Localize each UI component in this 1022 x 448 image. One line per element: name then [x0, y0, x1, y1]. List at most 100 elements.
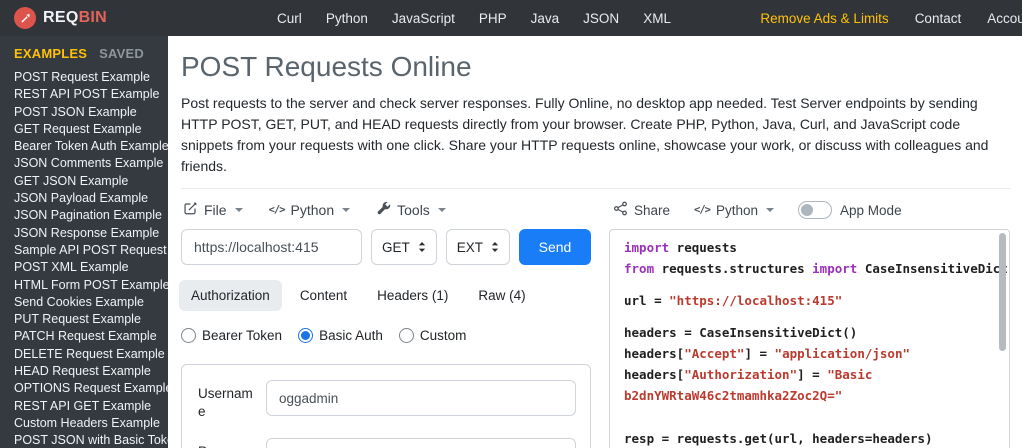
code-line: from requests.structures import CaseInse…	[624, 261, 1008, 276]
radio-label: Basic Auth	[319, 328, 383, 343]
sidebar-item-rest-api-post-example[interactable]: REST API POST Example	[14, 86, 162, 103]
sidebar-item-custom-headers-example[interactable]: Custom Headers Example	[14, 415, 162, 432]
tab-headers-1[interactable]: Headers (1)	[365, 280, 460, 311]
sidebar-items: POST Request Example REST API POST Exampl…	[14, 69, 168, 448]
sidebar-item-html-form-post-example[interactable]: HTML Form POST Example	[14, 277, 168, 294]
code-language-label: Python	[716, 202, 759, 218]
radio-icon	[398, 328, 414, 343]
nav-link-xml[interactable]: XML	[643, 11, 671, 26]
nav-link-curl[interactable]: Curl	[277, 11, 302, 26]
sidebar-item-get-request-example[interactable]: GET Request Example	[14, 121, 162, 138]
code-line: resp = requests.get(url, headers=headers…	[624, 431, 933, 446]
code-line: url = "https://localhost:415"	[624, 293, 843, 308]
nav-link-javascript[interactable]: JavaScript	[392, 11, 455, 26]
auth-type-options: Bearer Token Basic Auth Custom	[181, 328, 591, 343]
sidebar-item-rest-api-get-example[interactable]: REST API GET Example	[14, 398, 162, 415]
tools-menu[interactable]: Tools	[376, 201, 446, 219]
username-input[interactable]	[266, 380, 576, 416]
auth-option-bearer-token[interactable]: Bearer Token	[181, 328, 282, 343]
code-icon: </>	[694, 204, 711, 216]
chevron-down-icon	[437, 208, 446, 212]
code-language-menu[interactable]: </> Python	[694, 202, 775, 218]
file-menu[interactable]: File	[183, 201, 243, 219]
username-label: Username	[198, 386, 253, 419]
protocol-select-value: EXT	[456, 239, 483, 255]
app-mode-control: App Mode	[798, 201, 902, 219]
chevron-down-icon	[234, 208, 243, 212]
nav-link-remove-ads-limits[interactable]: Remove Ads & Limits	[760, 11, 888, 26]
updown-arrows-icon	[491, 242, 499, 252]
code-editor[interactable]: import requests from requests.structures …	[609, 229, 1010, 448]
sidebar-item-head-request-example[interactable]: HEAD Request Example	[14, 363, 162, 380]
tab-content[interactable]: Content	[288, 280, 359, 311]
sidebar-item-patch-request-example[interactable]: PATCH Request Example	[14, 328, 162, 345]
sidebar-tabs: EXAMPLES SAVED	[14, 46, 162, 61]
radio-icon	[181, 328, 196, 343]
sidebar-item-json-response-example[interactable]: JSON Response Example	[14, 225, 162, 242]
method-select[interactable]: GET	[370, 229, 437, 265]
auth-option-custom[interactable]: Custom	[398, 328, 467, 343]
nav-link-json[interactable]: JSON	[583, 11, 619, 26]
sidebar-item-post-request-example[interactable]: POST Request Example	[14, 69, 162, 86]
tab-authorization[interactable]: Authorization	[179, 280, 282, 311]
radio-label: Bearer Token	[202, 328, 283, 343]
sidebar-item-get-json-example[interactable]: GET JSON Example	[14, 173, 162, 190]
request-panel: File </> Python Tools https://localhost:…	[179, 189, 591, 448]
tools-menu-label: Tools	[397, 202, 430, 218]
password-input[interactable]	[266, 438, 576, 448]
sidebar-tab-saved[interactable]: SAVED	[99, 46, 144, 61]
edit-icon	[183, 201, 198, 219]
chevron-down-icon	[342, 208, 351, 212]
sidebar-item-post-xml-example[interactable]: POST XML Example	[14, 259, 162, 276]
scrollbar-thumb[interactable]	[999, 233, 1006, 351]
language-menu[interactable]: </> Python	[269, 202, 351, 218]
navbar-right: Remove Ads & Limits Contact Account	[760, 11, 1022, 26]
request-menubar: File </> Python Tools	[183, 199, 591, 221]
nav-link-contact[interactable]: Contact	[915, 11, 962, 26]
code-panel: Share </> Python App Mode import request…	[609, 189, 1010, 448]
method-select-value: GET	[381, 239, 410, 255]
top-navbar: REQBIN Curl Python JavaScript PHP Java JSON XM…	[0, 0, 1022, 36]
navbar-links: Curl Python JavaScript PHP Java JSON XML	[277, 11, 671, 26]
app-mode-toggle[interactable]	[798, 201, 833, 219]
url-input[interactable]	[181, 229, 362, 265]
reqbin-logo[interactable]: REQBIN	[14, 7, 107, 29]
auth-option-basic-auth[interactable]: Basic Auth	[298, 328, 383, 343]
sidebar-item-options-request-example[interactable]: OPTIONS Request Example	[14, 380, 168, 397]
app-mode-label: App Mode	[840, 202, 902, 218]
send-button[interactable]: Send	[519, 229, 591, 265]
password-row: Password	[198, 438, 576, 448]
nav-link-java[interactable]: Java	[531, 11, 560, 26]
nav-link-account[interactable]: Account	[987, 11, 1022, 26]
sidebar-item-bearer-token-auth-example[interactable]: Bearer Token Auth Example	[14, 138, 168, 155]
workspace: File </> Python Tools https://localhost:…	[179, 189, 1010, 448]
share-button[interactable]: Share	[613, 201, 670, 219]
code-line: headers = CaseInsensitiveDict()	[624, 325, 858, 340]
share-label: Share	[634, 202, 671, 218]
updown-arrows-icon	[418, 242, 425, 252]
sidebar-item-post-json-example[interactable]: POST JSON Example	[14, 104, 162, 121]
sidebar-item-json-payload-example[interactable]: JSON Payload Example	[14, 190, 162, 207]
radio-label: Custom	[419, 328, 467, 343]
sidebar-item-send-cookies-example[interactable]: Send Cookies Example	[14, 294, 162, 311]
nav-link-php[interactable]: PHP	[479, 11, 507, 26]
request-tabs: Authorization Content Headers (1) Raw (4)	[179, 280, 591, 311]
share-icon	[613, 201, 628, 219]
code-line: b2dnYWRtaW46c2tmamhka2Zoc2Q="	[624, 388, 843, 403]
sidebar-tab-examples[interactable]: EXAMPLES	[14, 46, 87, 61]
wrench-icon	[376, 201, 391, 219]
sidebar-item-post-json-with-basic-token[interactable]: POST JSON with Basic Token	[14, 432, 168, 448]
password-label: Password	[198, 438, 254, 448]
protocol-select[interactable]: EXT	[445, 229, 510, 265]
sidebar-item-sample-api-post-request[interactable]: Sample API POST Request	[14, 242, 167, 259]
code-toolbar: Share </> Python App Mode	[613, 199, 1010, 221]
nav-link-python[interactable]: Python	[326, 11, 368, 26]
file-menu-label: File	[204, 202, 227, 218]
sidebar-item-json-pagination-example[interactable]: JSON Pagination Example	[14, 207, 162, 224]
code-icon: </>	[268, 204, 286, 216]
sidebar-item-delete-request-example[interactable]: DELETE Request Example	[14, 346, 165, 363]
sidebar-item-put-request-example[interactable]: PUT Request Example	[14, 311, 162, 328]
sidebar-item-json-comments-example[interactable]: JSON Comments Example	[14, 155, 163, 172]
tab-raw-4[interactable]: Raw (4)	[466, 280, 537, 311]
